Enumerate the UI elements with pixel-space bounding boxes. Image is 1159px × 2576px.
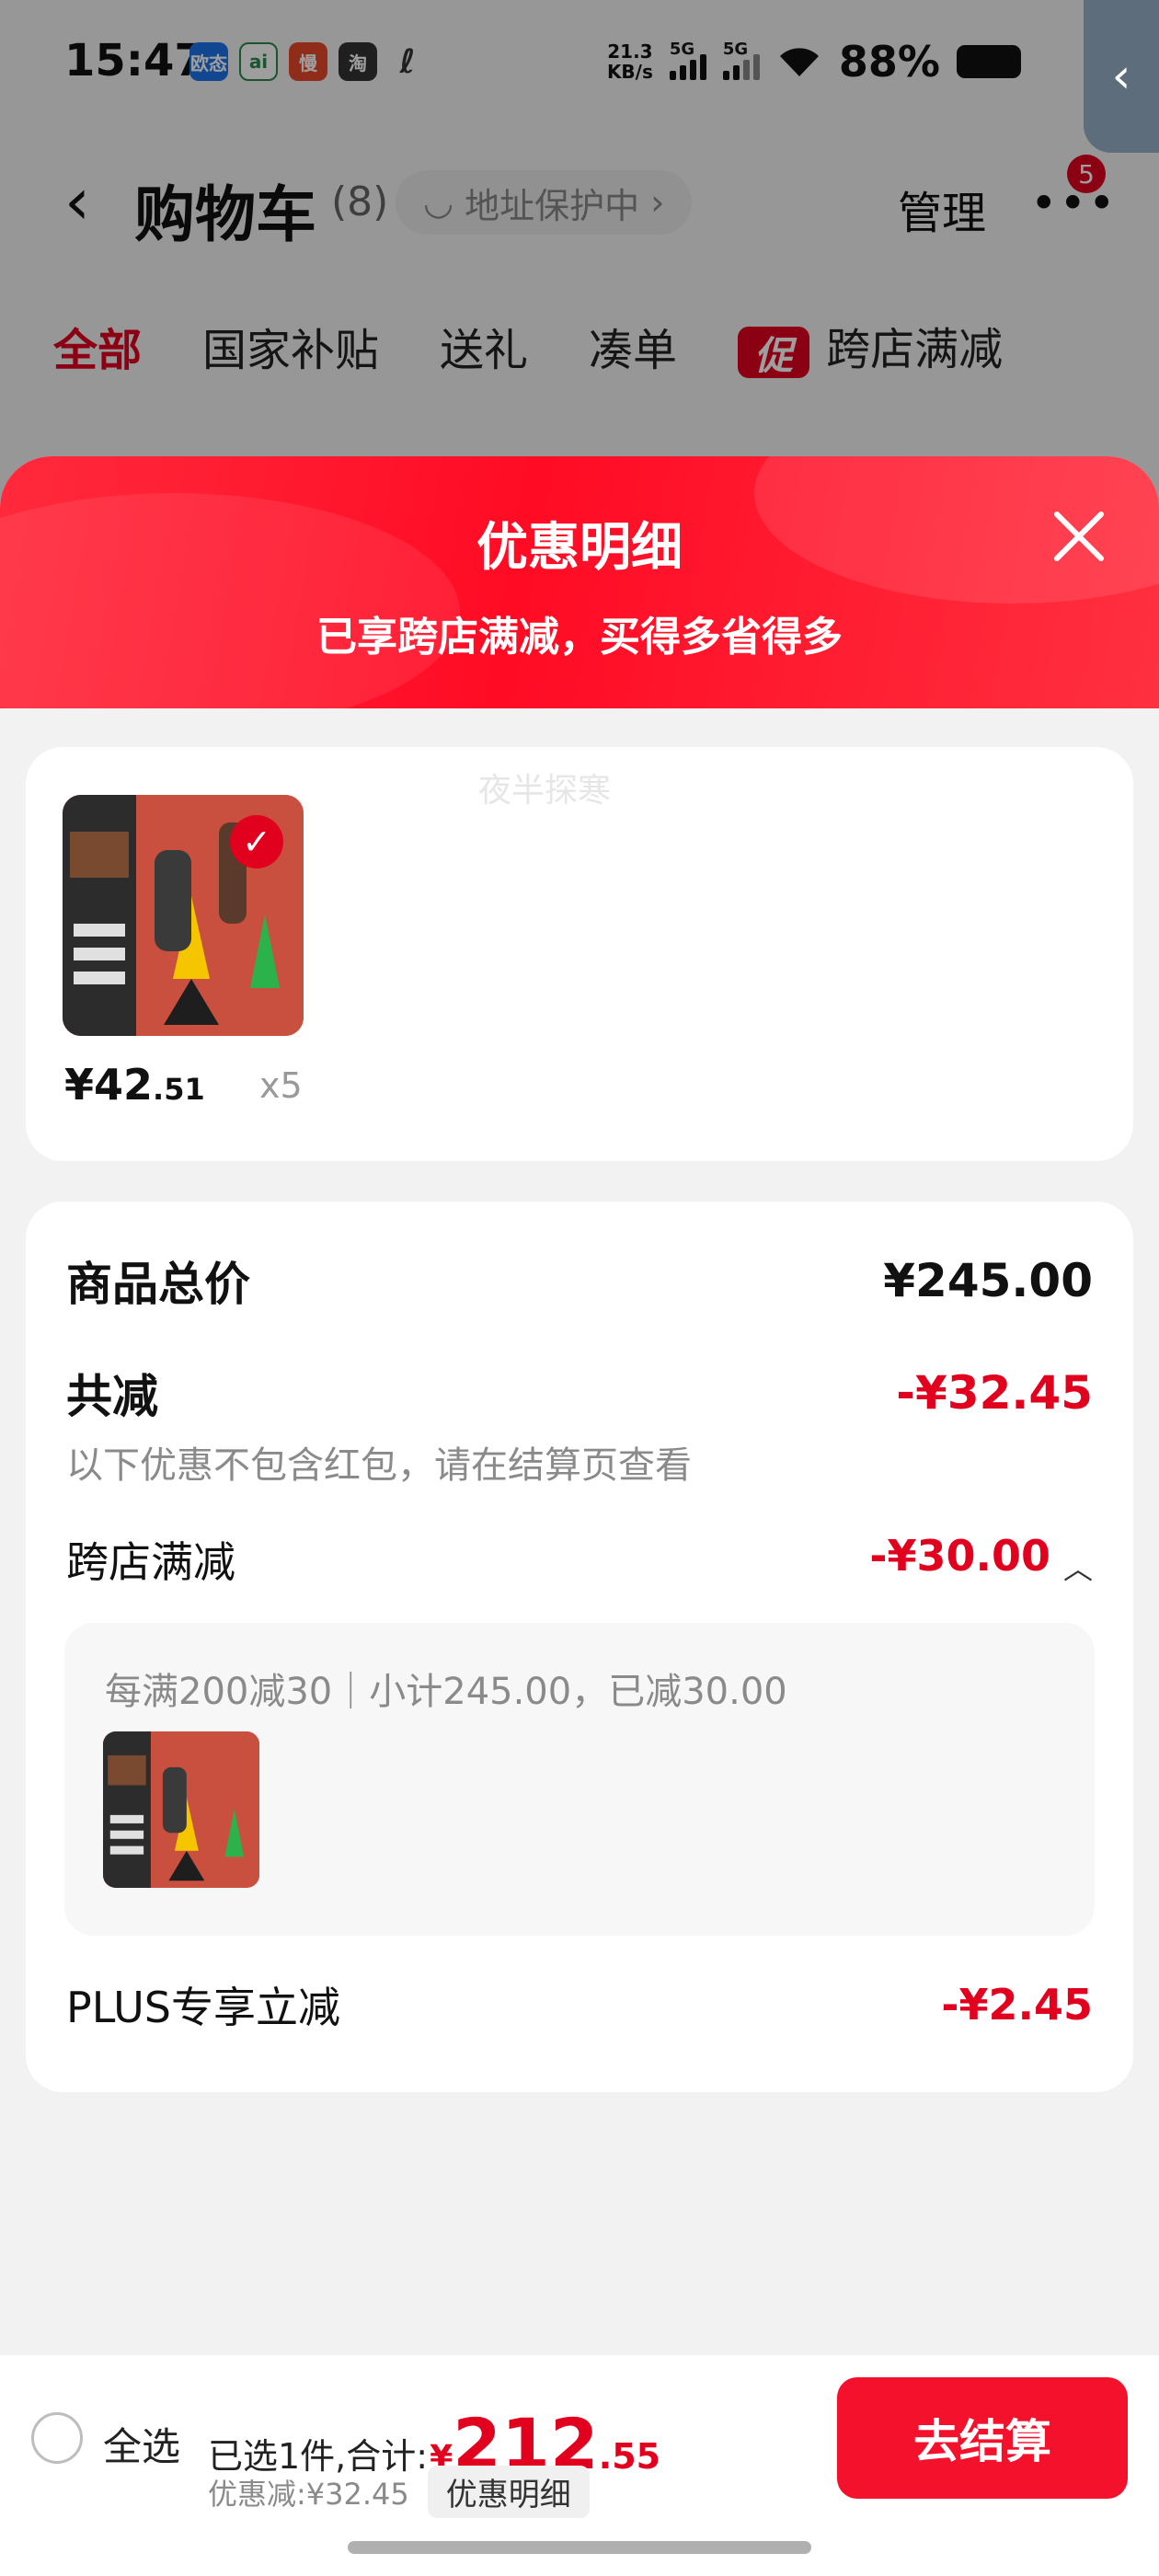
selected-check-icon: ✓ — [230, 815, 283, 868]
plus-value: -¥2.45 — [941, 1980, 1093, 2030]
side-collapse-tab[interactable]: ‹ — [1084, 0, 1159, 153]
item-price: ¥42.51 — [64, 1060, 205, 1110]
discount-line: 优惠减:¥32.45 优惠明细 — [208, 2466, 590, 2518]
total-row: 商品总价 ¥245.00 — [66, 1248, 1093, 1314]
cross-store-detail-text: 每满200减30｜小计245.00，已减30.00 — [105, 1671, 787, 1713]
cross-store-value: -¥30.00 — [869, 1531, 1050, 1581]
reduce-note: 以下优惠不包含红包，请在结算页查看 — [66, 1444, 692, 1487]
reduce-label: 共减 — [66, 1370, 158, 1423]
item-price-dec: .51 — [153, 1072, 205, 1107]
sheet-header: 优惠明细 已享跨店满减，买得多省得多 — [0, 456, 1159, 708]
sheet-subtitle: 已享跨店满减，买得多省得多 — [316, 614, 843, 661]
item-quantity: x5 — [259, 1065, 303, 1106]
item-price-int: ¥42 — [64, 1060, 154, 1110]
product-image-small — [103, 1731, 259, 1888]
select-all-label[interactable]: 全选 — [103, 2416, 180, 2472]
total-value: ¥245.00 — [883, 1254, 1093, 1307]
chevron-left-icon: ‹ — [1111, 49, 1131, 104]
cross-store-detail: 每满200减30｜小计245.00，已减30.00 — [64, 1623, 1095, 1936]
checkout-button[interactable]: 去结算 — [837, 2377, 1128, 2499]
reduce-value: -¥32.45 — [896, 1366, 1093, 1420]
home-indicator[interactable] — [348, 2541, 811, 2554]
total-amount-dec: .55 — [598, 2436, 661, 2477]
chevron-up-icon[interactable]: ︿ — [1063, 1546, 1093, 1588]
cross-store-row[interactable]: 跨店满减 -¥30.00 ︿ — [66, 1529, 1093, 1590]
plus-row: PLUS专享立减 -¥2.45 — [66, 1974, 1093, 2035]
discount-detail-button[interactable]: 优惠明细 — [427, 2466, 590, 2518]
product-thumbnail-small — [103, 1731, 259, 1888]
cross-store-amount: -¥30.00 ︿ — [869, 1531, 1093, 1588]
discount-amount: 优惠减:¥32.45 — [208, 2476, 409, 2512]
cross-store-label: 跨店满减 — [66, 1537, 235, 1587]
reduce-row: 共减 -¥32.45 — [66, 1360, 1093, 1426]
sheet-title: 优惠明细 — [476, 518, 683, 578]
close-icon[interactable] — [1049, 506, 1109, 567]
watermark: 夜半探寒 — [478, 772, 612, 810]
select-all-radio[interactable] — [31, 2412, 83, 2464]
total-label: 商品总价 — [66, 1258, 250, 1311]
plus-label: PLUS专享立减 — [66, 1983, 340, 2032]
product-thumbnail[interactable]: ✓ — [63, 795, 304, 1036]
price-breakdown-card: 商品总价 ¥245.00 共减 -¥32.45 以下优惠不包含红包，请在结算页查… — [26, 1202, 1133, 2092]
